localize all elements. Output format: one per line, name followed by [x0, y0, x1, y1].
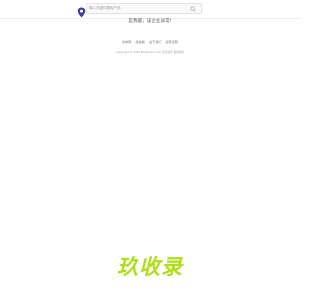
- footer-links: 供求网 权益联 关于我们 运营证明: [0, 39, 300, 45]
- search-box: [86, 3, 202, 14]
- footer-link-supply[interactable]: 供求网: [122, 40, 131, 44]
- location-pin-icon[interactable]: [77, 3, 86, 18]
- copyright-text: Copyright © 2023 Maxqiuxio.com 北京技术 备案所有: [115, 50, 185, 54]
- search-input[interactable]: [89, 4, 185, 13]
- footer-link-rights[interactable]: 权益联: [136, 40, 145, 44]
- status-message: 是我最，该企业异常!: [128, 19, 172, 24]
- search-icon: [190, 5, 196, 12]
- footer-link-about[interactable]: 关于我们: [149, 40, 161, 44]
- footer-link-license[interactable]: 运营证明: [166, 40, 178, 44]
- watermark-logo: 玖收录: [117, 255, 183, 279]
- page: 是我最，该企业异常! 供求网 权益联 关于我们 运营证明 Copyright ©…: [0, 0, 300, 300]
- search-button[interactable]: [185, 4, 201, 13]
